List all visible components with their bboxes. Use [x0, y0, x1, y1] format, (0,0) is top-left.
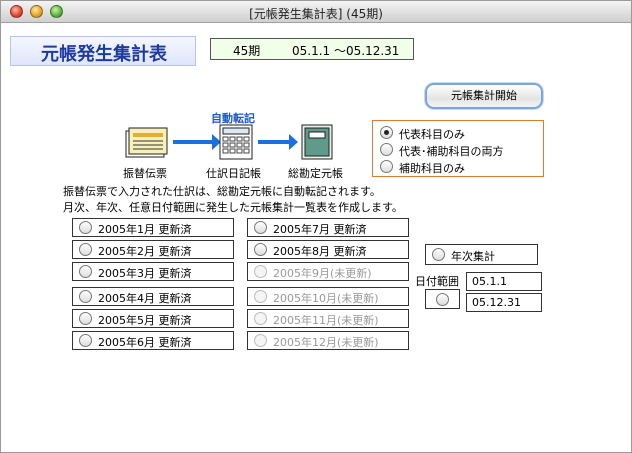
flow-ledger-label: 総勘定元帳	[288, 167, 343, 180]
date-to-field[interactable]: 05.12.31	[466, 293, 542, 312]
fiscal-period-display: 45期 05.1.1 ～05.12.31	[210, 38, 414, 60]
radio-icon[interactable]	[380, 160, 393, 173]
month-button-5[interactable]: 2005年5月 更新済	[72, 309, 234, 328]
month-button-7[interactable]: 2005年7月 更新済	[247, 218, 409, 237]
period-number: 45期	[233, 44, 261, 58]
radio-icon[interactable]	[79, 334, 92, 347]
month-button-10: 2005年10月(未更新)	[247, 287, 409, 306]
month-button-3[interactable]: 2005年3月 更新済	[72, 262, 234, 281]
radio-disabled-icon	[254, 265, 267, 278]
month-button-6[interactable]: 2005年6月 更新済	[72, 331, 234, 350]
radio-icon[interactable]	[79, 221, 92, 234]
window-title: [元帳発生集計表] (45期)	[249, 7, 383, 21]
annual-aggregation-button[interactable]: 年次集計	[425, 244, 538, 265]
radio-disabled-icon	[254, 290, 267, 303]
radio-icon[interactable]	[254, 221, 267, 234]
journal-book-icon	[219, 124, 253, 160]
month-button-12: 2005年12月(未更新)	[247, 331, 409, 350]
month-button-2[interactable]: 2005年2月 更新済	[72, 240, 234, 259]
radio-disabled-icon	[254, 312, 267, 325]
month-button-4[interactable]: 2005年4月 更新済	[72, 287, 234, 306]
description-line-1: 振替伝票で入力された仕訳は、総勘定元帳に自動転記されます。	[63, 185, 381, 198]
auto-posting-label: 自動転記	[211, 112, 255, 125]
radio-selected-icon[interactable]	[380, 126, 393, 139]
title-bar: [元帳発生集計表] (45期)	[1, 1, 631, 23]
month-button-1[interactable]: 2005年1月 更新済	[72, 218, 234, 237]
month-button-9: 2005年9月(未更新)	[247, 262, 409, 281]
period-range: 05.1.1 ～05.12.31	[292, 44, 400, 58]
flow-arrow-icon	[258, 134, 298, 150]
radio-disabled-icon	[254, 334, 267, 347]
radio-icon[interactable]	[79, 243, 92, 256]
start-aggregation-button[interactable]: 元帳集計開始	[425, 83, 543, 109]
flow-journal-label: 仕訳日記帳	[206, 167, 261, 180]
page-title-panel: 元帳発生集計表	[10, 36, 196, 66]
date-range-button[interactable]	[425, 289, 460, 309]
date-from-field[interactable]: 05.1.1	[466, 272, 542, 291]
radio-icon[interactable]	[432, 248, 445, 261]
flow-source-label: 振替伝票	[123, 167, 167, 180]
general-ledger-icon	[301, 124, 333, 160]
month-button-8[interactable]: 2005年8月 更新済	[247, 240, 409, 259]
month-button-11: 2005年11月(未更新)	[247, 309, 409, 328]
date-range-label: 日付範囲	[415, 275, 459, 288]
description-line-2: 月次、年次、任意日付範囲に発生した元帳集計一覧表を作成します。	[63, 201, 403, 214]
radio-icon[interactable]	[79, 312, 92, 325]
radio-icon[interactable]	[254, 243, 267, 256]
radio-icon[interactable]	[380, 143, 393, 156]
radio-icon[interactable]	[79, 265, 92, 278]
flow-arrow-icon	[173, 134, 221, 150]
radio-icon[interactable]	[436, 293, 449, 306]
radio-icon[interactable]	[79, 290, 92, 303]
app-window: [元帳発生集計表] (45期) 元帳発生集計表 45期 05.1.1 ～05.1…	[0, 0, 632, 453]
transfer-slip-icon	[125, 127, 168, 158]
account-mode-group: 代表科目のみ 代表･補助科目の両方 補助科目のみ	[372, 120, 544, 177]
page-title: 元帳発生集計表	[41, 44, 167, 65]
